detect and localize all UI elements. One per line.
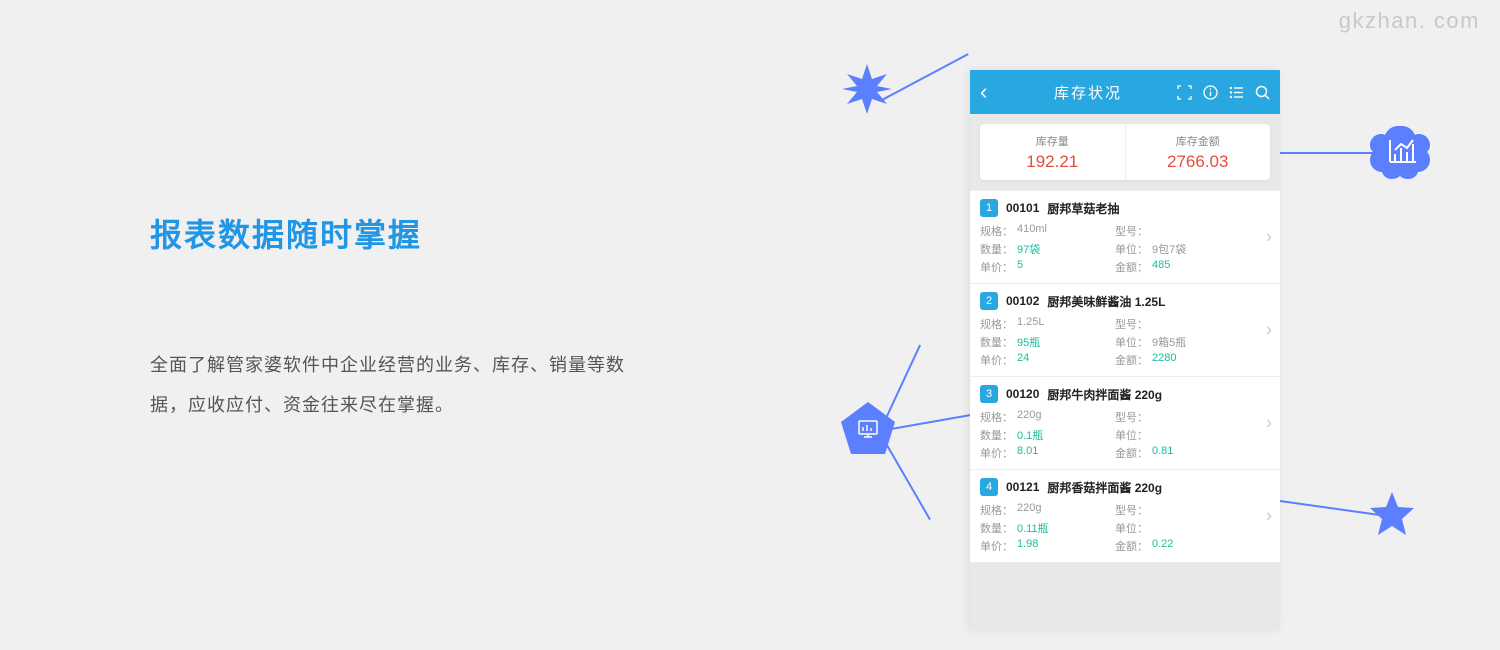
item-name: 厨邦香菇拌面酱 220g <box>1047 479 1162 496</box>
amount-value: 0.22 <box>1152 538 1173 554</box>
spec-value: 1.25L <box>1017 316 1045 332</box>
amount-label: 金额： <box>1115 352 1148 368</box>
amount-label: 金额： <box>1115 259 1148 275</box>
price-label: 单价： <box>980 352 1013 368</box>
item-code: 00120 <box>1006 387 1039 401</box>
scan-icon[interactable] <box>1176 84 1192 100</box>
item-name: 厨邦草菇老抽 <box>1047 200 1119 217</box>
connector-line <box>880 53 969 102</box>
item-index-badge: 3 <box>980 385 998 403</box>
list-item[interactable]: 4 00121 厨邦香菇拌面酱 220g 规格：220g 型号： 数量：0.11… <box>970 469 1280 562</box>
qty-label: 数量： <box>980 520 1013 536</box>
item-index-badge: 2 <box>980 292 998 310</box>
qty-value: 95瓶 <box>1017 334 1040 350</box>
list-item[interactable]: 3 00120 厨邦牛肉拌面酱 220g 规格：220g 型号： 数量：0.1瓶… <box>970 376 1280 469</box>
spec-label: 规格： <box>980 316 1013 332</box>
item-name: 厨邦牛肉拌面酱 220g <box>1047 386 1162 403</box>
item-index-badge: 1 <box>980 199 998 217</box>
amount-value: 485 <box>1152 259 1170 275</box>
price-label: 单价： <box>980 445 1013 461</box>
stock-amount-summary[interactable]: 库存金额 2766.03 <box>1126 124 1271 180</box>
summary-value: 2766.03 <box>1167 152 1228 172</box>
heading: 报表数据随时掌握 <box>150 210 650 256</box>
price-label: 单价： <box>980 259 1013 275</box>
list-icon[interactable] <box>1228 84 1244 100</box>
unit-label: 单位： <box>1115 334 1148 350</box>
chevron-right-icon: › <box>1266 320 1272 341</box>
spec-label: 规格： <box>980 223 1013 239</box>
price-value: 24 <box>1017 352 1029 368</box>
model-label: 型号： <box>1115 316 1148 332</box>
qty-label: 数量： <box>980 241 1013 257</box>
price-value: 1.98 <box>1017 538 1038 554</box>
amount-label: 金额： <box>1115 538 1148 554</box>
burst-icon <box>842 64 892 114</box>
spec-label: 规格： <box>980 409 1013 425</box>
qty-value: 0.11瓶 <box>1017 520 1049 536</box>
price-value: 5 <box>1017 259 1023 275</box>
info-icon[interactable] <box>1202 84 1218 100</box>
connector-line <box>1280 500 1379 516</box>
qty-label: 数量： <box>980 334 1013 350</box>
model-label: 型号： <box>1115 409 1148 425</box>
phone-mockup: ‹ 库存状况 库存量 192.21 库存金额 2766.03 <box>970 70 1280 630</box>
amount-value: 2280 <box>1152 352 1176 368</box>
spec-value: 220g <box>1017 502 1041 518</box>
search-icon[interactable] <box>1254 84 1270 100</box>
qty-value: 0.1瓶 <box>1017 427 1043 443</box>
unit-label: 单位： <box>1115 427 1148 443</box>
watermark: gkzhan. com <box>1339 8 1480 34</box>
list-item[interactable]: 2 00102 厨邦美味鲜酱油 1.25L 规格：1.25L 型号： 数量：95… <box>970 283 1280 376</box>
unit-value: 9箱5瓶 <box>1152 334 1186 350</box>
spec-value: 410ml <box>1017 223 1047 239</box>
star-icon <box>1368 490 1416 538</box>
spec-label: 规格： <box>980 502 1013 518</box>
chevron-right-icon: › <box>1266 506 1272 527</box>
item-name: 厨邦美味鲜酱油 1.25L <box>1047 293 1165 310</box>
item-index-badge: 4 <box>980 478 998 496</box>
item-code: 00101 <box>1006 201 1039 215</box>
stock-quantity-summary[interactable]: 库存量 192.21 <box>980 124 1126 180</box>
list-item[interactable]: 1 00101 厨邦草菇老抽 规格：410ml 型号： 数量：97袋 单位：9包… <box>970 190 1280 283</box>
price-label: 单价： <box>980 538 1013 554</box>
model-label: 型号： <box>1115 223 1148 239</box>
qty-label: 数量： <box>980 427 1013 443</box>
item-code: 00121 <box>1006 480 1039 494</box>
summary-label: 库存量 <box>1036 133 1069 149</box>
chevron-right-icon: › <box>1266 413 1272 434</box>
unit-value: 9包7袋 <box>1152 241 1186 257</box>
cloud-chart-icon <box>1370 120 1434 184</box>
description: 全面了解管家婆软件中企业经营的业务、库存、销量等数据，应收应付、资金往来尽在掌握… <box>150 346 650 425</box>
amount-label: 金额： <box>1115 445 1148 461</box>
summary-value: 192.21 <box>1026 152 1078 172</box>
summary-card: 库存量 192.21 库存金额 2766.03 <box>980 124 1270 180</box>
unit-label: 单位： <box>1115 520 1148 536</box>
model-label: 型号： <box>1115 502 1148 518</box>
connector-line <box>1280 152 1380 154</box>
monitor-pentagon-icon <box>839 400 897 458</box>
marketing-text-block: 报表数据随时掌握 全面了解管家婆软件中企业经营的业务、库存、销量等数据，应收应付… <box>150 210 650 425</box>
back-button[interactable]: ‹ <box>980 79 1000 105</box>
app-header: ‹ 库存状况 <box>970 70 1280 114</box>
page-title: 库存状况 <box>1000 82 1176 103</box>
unit-label: 单位： <box>1115 241 1148 257</box>
price-value: 8.01 <box>1017 445 1038 461</box>
qty-value: 97袋 <box>1017 241 1040 257</box>
amount-value: 0.81 <box>1152 445 1173 461</box>
inventory-list: 1 00101 厨邦草菇老抽 规格：410ml 型号： 数量：97袋 单位：9包… <box>970 190 1280 562</box>
summary-label: 库存金额 <box>1176 133 1220 149</box>
spec-value: 220g <box>1017 409 1041 425</box>
chevron-right-icon: › <box>1266 227 1272 248</box>
item-code: 00102 <box>1006 294 1039 308</box>
